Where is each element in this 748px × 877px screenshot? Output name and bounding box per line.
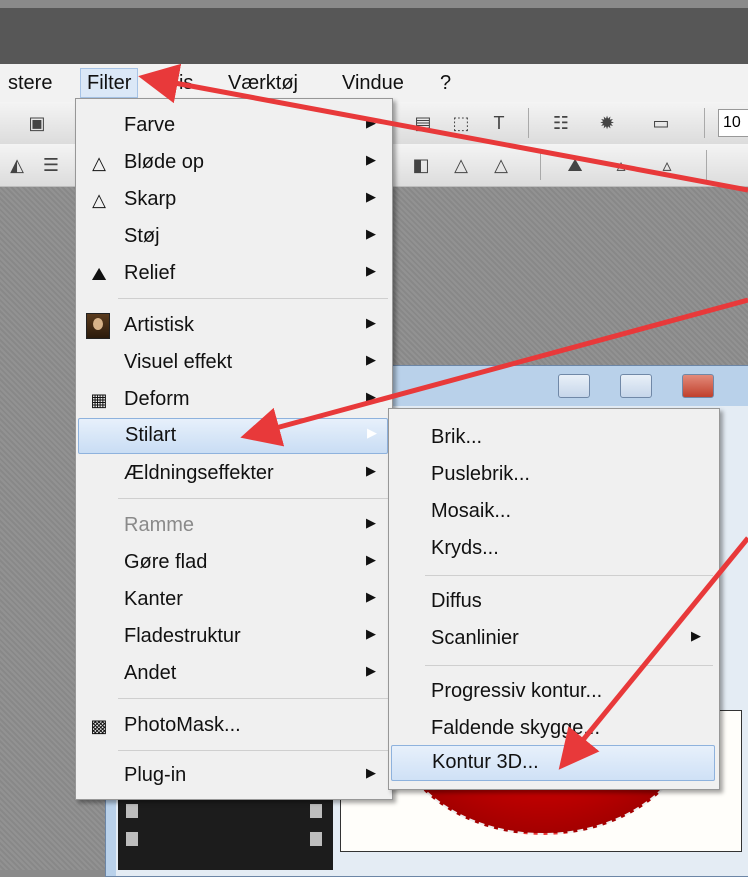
menu-item-vaerktoej[interactable]: Værktøj bbox=[222, 69, 304, 97]
contrast-icon[interactable]: ◧ bbox=[408, 152, 434, 178]
submenu-arrow-icon: ▶ bbox=[366, 765, 376, 780]
menu-item-photomask[interactable]: ▩ PhotoMask... bbox=[78, 709, 388, 743]
menu-item-stoej[interactable]: Støj ▶ bbox=[78, 220, 388, 254]
submenu-arrow-icon: ▶ bbox=[366, 389, 376, 404]
stilart-submenu: Brik... Puslebrik... Mosaik... Kryds... … bbox=[388, 408, 720, 790]
menu-separator bbox=[425, 575, 713, 576]
zoom-field[interactable]: 10 bbox=[718, 109, 748, 137]
submenu-arrow-icon: ▶ bbox=[366, 552, 376, 567]
menu-item-fladestruktur[interactable]: Fladestruktur ▶ bbox=[78, 620, 388, 654]
submenu-arrow-icon: ▶ bbox=[366, 263, 376, 278]
menu-item-stere[interactable]: stere bbox=[2, 69, 58, 97]
drop-icon: △ bbox=[92, 153, 106, 173]
submenu-arrow-icon: ▶ bbox=[366, 115, 376, 130]
submenu-item-diffus[interactable]: Diffus bbox=[391, 585, 713, 619]
menu-separator bbox=[118, 750, 388, 751]
submenu-arrow-icon: ▶ bbox=[366, 663, 376, 678]
menu-item-ramme: Ramme ▶ bbox=[124, 514, 376, 536]
submenu-arrow-icon: ▶ bbox=[366, 152, 376, 167]
toolbar-separator bbox=[540, 150, 541, 180]
menu-item-vindue[interactable]: Vindue bbox=[336, 69, 410, 97]
gear-icon[interactable]: ✹ bbox=[594, 110, 620, 136]
maximize-button[interactable] bbox=[620, 374, 652, 398]
drop-large-icon[interactable]: △ bbox=[488, 152, 514, 178]
triangle-tool-icon[interactable]: ◭ bbox=[4, 152, 30, 178]
menu-item-help[interactable]: ? bbox=[434, 69, 457, 97]
adjust-icon[interactable]: ☰ bbox=[38, 152, 64, 178]
sharpen-icon[interactable]: ▵ bbox=[608, 152, 634, 178]
submenu-arrow-icon: ▶ bbox=[366, 626, 376, 641]
mona-lisa-icon bbox=[86, 313, 110, 339]
photomask-icon: ▩ bbox=[90, 716, 108, 736]
menu-separator bbox=[118, 698, 388, 699]
toolbar-separator bbox=[528, 108, 529, 138]
menu-item-vis[interactable]: Vis bbox=[160, 69, 199, 97]
menu-item-goere-flad[interactable]: Gøre flad ▶ bbox=[78, 546, 388, 580]
submenu-arrow-icon: ▶ bbox=[366, 589, 376, 604]
menu-separator bbox=[118, 498, 388, 499]
minimize-button[interactable] bbox=[558, 374, 590, 398]
menu-separator bbox=[118, 298, 388, 299]
grid-icon: ▦ bbox=[90, 390, 108, 410]
window-titlebar bbox=[0, 8, 748, 64]
submenu-arrow-icon: ▶ bbox=[366, 463, 376, 478]
menu-item-skarp[interactable]: △ Skarp ▶ bbox=[78, 183, 388, 217]
image-icon[interactable]: ▣ bbox=[24, 110, 50, 136]
menu-item-kanter[interactable]: Kanter ▶ bbox=[78, 583, 388, 617]
submenu-arrow-icon: ▶ bbox=[366, 315, 376, 330]
sharpen-more-icon[interactable]: ▵ bbox=[654, 152, 680, 178]
submenu-arrow-icon: ▶ bbox=[366, 189, 376, 204]
submenu-arrow-icon: ▶ bbox=[366, 352, 376, 367]
menu-item-filter[interactable]: Filter bbox=[80, 68, 139, 98]
submenu-item-mosaik[interactable]: Mosaik... bbox=[391, 495, 713, 529]
submenu-item-scanlinier[interactable]: Scanlinier ▶ bbox=[391, 622, 713, 656]
layers-icon[interactable]: ☷ bbox=[548, 110, 574, 136]
toolbar-separator bbox=[704, 108, 705, 138]
submenu-arrow-icon: ▶ bbox=[366, 515, 376, 530]
filter-menu: Farve ▶ △ Bløde op ▶ △ Skarp ▶ Støj ▶ ⛰ … bbox=[75, 98, 393, 800]
menu-item-visuel-effekt[interactable]: Visuel effekt ▶ bbox=[78, 346, 388, 380]
menu-item-stilart[interactable]: Stilart ▶ bbox=[78, 418, 388, 454]
submenu-arrow-icon: ▶ bbox=[691, 628, 701, 643]
menu-item-deform[interactable]: ▦ Deform ▶ bbox=[78, 383, 388, 417]
menu-item-plug-in[interactable]: Plug-in ▶ bbox=[78, 759, 388, 793]
selection-icon[interactable]: ⬚ bbox=[448, 110, 474, 136]
submenu-item-kontur-3d[interactable]: Kontur 3D... bbox=[391, 745, 715, 781]
triangle-icon: △ bbox=[92, 190, 106, 210]
toolbar-separator bbox=[706, 150, 707, 180]
crop-icon[interactable]: ▤ bbox=[410, 110, 436, 136]
submenu-item-kryds[interactable]: Kryds... bbox=[391, 532, 713, 566]
submenu-arrow-icon: ▶ bbox=[366, 226, 376, 241]
menu-item-andet[interactable]: Andet ▶ bbox=[78, 657, 388, 691]
drop-icon[interactable]: △ bbox=[448, 152, 474, 178]
submenu-item-progressiv-kontur[interactable]: Progressiv kontur... bbox=[391, 675, 713, 709]
menu-item-artistisk[interactable]: Artistisk ▶ bbox=[78, 309, 388, 343]
menu-separator bbox=[425, 665, 713, 666]
menu-item-aeldningseffekter[interactable]: Ældningseffekter ▶ bbox=[78, 457, 388, 491]
window-icon[interactable]: ▭ bbox=[648, 110, 674, 136]
menu-item-relief[interactable]: ⛰ Relief ▶ bbox=[78, 257, 388, 291]
submenu-item-brik[interactable]: Brik... bbox=[391, 421, 713, 455]
close-button[interactable] bbox=[682, 374, 714, 398]
text-tool-icon[interactable]: T bbox=[486, 110, 512, 136]
submenu-item-faldende-skygge[interactable]: Faldende skygge... bbox=[391, 712, 713, 746]
relief-icon: ⛰ bbox=[91, 264, 107, 284]
menu-item-farve[interactable]: Farve ▶ bbox=[78, 109, 388, 143]
relief-icon[interactable]: ⛰ bbox=[562, 152, 588, 178]
submenu-arrow-icon: ▶ bbox=[367, 425, 377, 440]
submenu-item-puslebrik[interactable]: Puslebrik... bbox=[391, 458, 713, 492]
menu-item-bloede-op[interactable]: △ Bløde op ▶ bbox=[78, 146, 388, 180]
